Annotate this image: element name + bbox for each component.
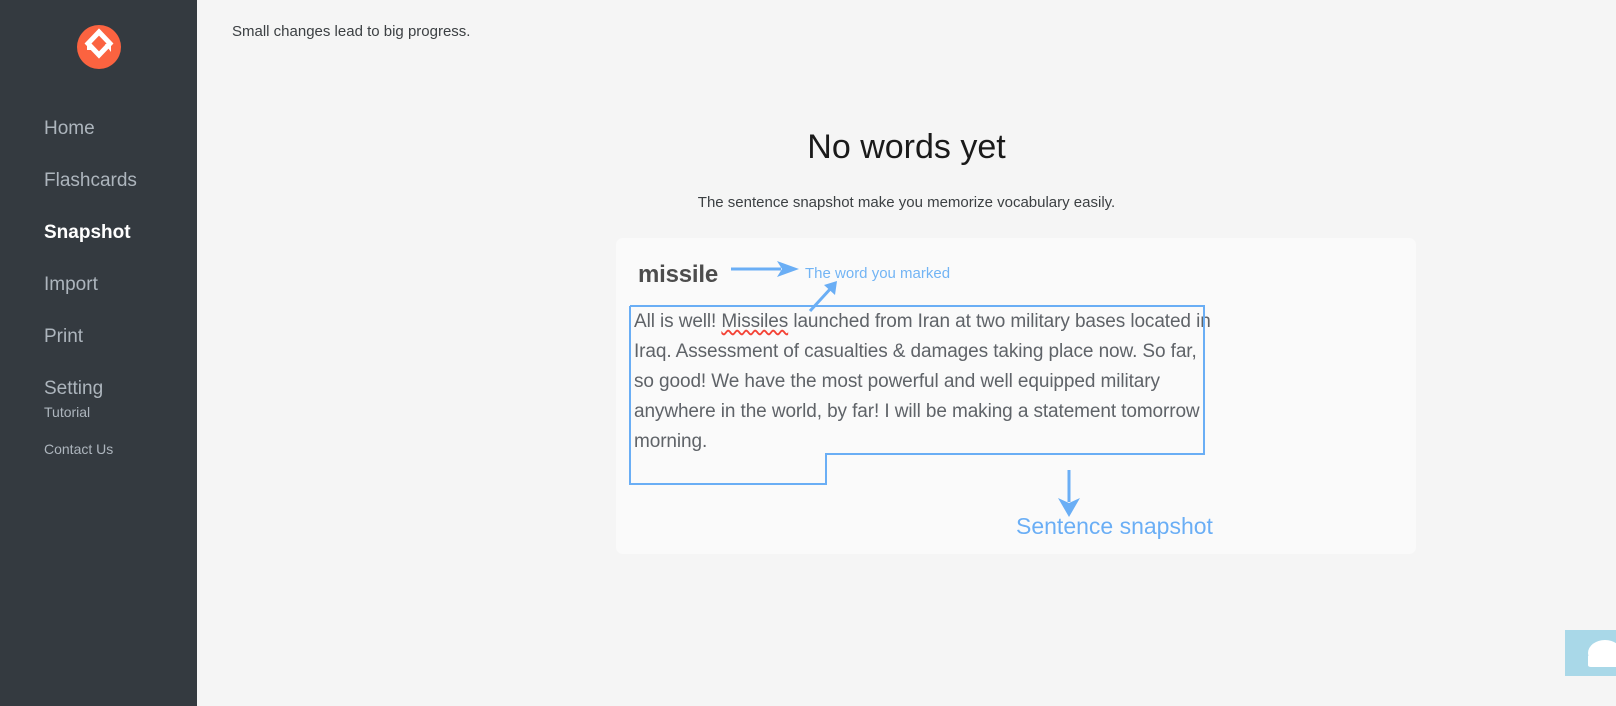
page-title: No words yet	[807, 128, 1006, 166]
sidebar-nav: Home Flashcards Snapshot Import Print Se…	[0, 112, 197, 424]
sentence-snapshot-callout-label: Sentence snapshot	[1016, 513, 1213, 539]
sidebar-item-print[interactable]: Print	[0, 320, 197, 354]
example-word: missile	[638, 261, 718, 288]
sidebar-link-contact-us[interactable]: Contact Us	[0, 437, 197, 462]
chromecj-watermark: Chrome插件 ChromeCJ.com	[1565, 630, 1616, 676]
sidebar-item-home[interactable]: Home	[0, 112, 197, 146]
snapshot-example-card: missile The word you marked All is well!…	[616, 238, 1416, 554]
sentence-part-1: All is well!	[634, 311, 722, 332]
tagline: Small changes lead to big progress.	[232, 23, 471, 40]
page-subtitle: The sentence snapshot make you memorize …	[697, 194, 1116, 211]
main-content: Small changes lead to big progress. No w…	[197, 0, 1616, 706]
sentence-snapshot-text-area[interactable]: All is well! Missiles launched from Iran…	[630, 304, 1220, 459]
sentence-text: All is well! Missiles launched from Iran…	[630, 304, 1220, 459]
diamond-logo-icon	[76, 25, 121, 69]
sentence-part-3: launched from Iran at two military bases…	[634, 311, 1211, 452]
app-root: Home Flashcards Snapshot Import Print Se…	[0, 0, 1616, 706]
sidebar-link-tutorial[interactable]: Tutorial	[0, 400, 197, 425]
sidebar-item-import[interactable]: Import	[0, 268, 197, 302]
arrow-right-icon	[731, 261, 799, 277]
sidebar-item-flashcards[interactable]: Flashcards	[0, 164, 197, 198]
snail-icon	[1588, 640, 1616, 667]
sidebar-sublinks: Tutorial Contact Us	[0, 400, 197, 474]
app-logo[interactable]	[0, 25, 197, 74]
sidebar-item-snapshot[interactable]: Snapshot	[0, 216, 197, 250]
arrow-down-icon	[1058, 470, 1080, 517]
misspelled-word: Missiles	[721, 311, 789, 332]
sidebar: Home Flashcards Snapshot Import Print Se…	[0, 0, 197, 706]
